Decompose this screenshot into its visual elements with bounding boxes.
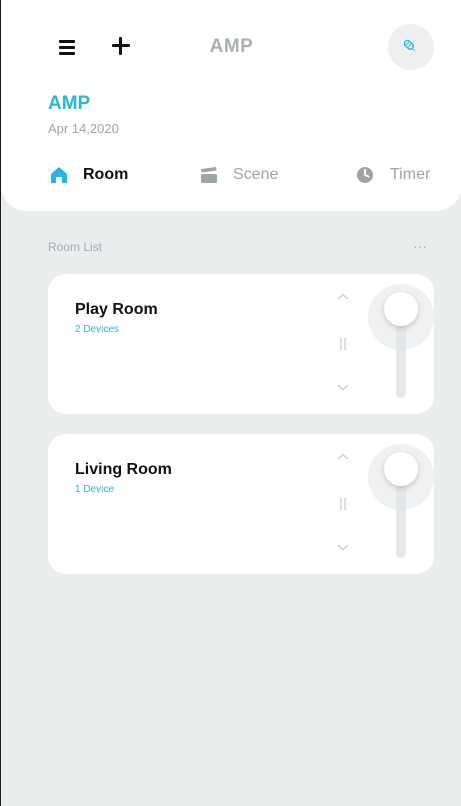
- microphone-button[interactable]: [388, 24, 434, 70]
- scene-icon: [201, 167, 217, 183]
- microphone-icon: [403, 39, 416, 52]
- tab-scene-label: Scene: [233, 166, 279, 183]
- pause-icon[interactable]: [336, 497, 350, 511]
- room-list-title: Room List: [48, 240, 103, 254]
- chevron-up-icon[interactable]: [336, 452, 350, 462]
- tab-room-label: Room: [83, 166, 129, 183]
- pause-icon[interactable]: [336, 337, 350, 351]
- room-device-count: 1 Device: [75, 484, 114, 495]
- clock-icon: [357, 167, 373, 183]
- room-name: Living Room: [75, 461, 172, 478]
- chevron-down-icon[interactable]: [336, 382, 350, 392]
- tab-scene[interactable]: Scene: [199, 160, 278, 190]
- room-name: Play Room: [75, 301, 158, 318]
- app-screen: AMP AMP Apr 14,2020 Room Scene Timer Roo…: [0, 0, 461, 806]
- tab-timer-label: Timer: [390, 166, 431, 183]
- chevron-up-icon[interactable]: [336, 292, 350, 302]
- more-options-button[interactable]: ···: [413, 238, 427, 254]
- tab-room[interactable]: Room: [49, 160, 128, 190]
- tab-timer[interactable]: Timer: [355, 160, 430, 190]
- room-card-play-room[interactable]: Play Room 2 Devices: [48, 274, 434, 414]
- header-card: AMP AMP Apr 14,2020 Room Scene Timer: [1, 0, 461, 211]
- room-card-living-room[interactable]: Living Room 1 Device: [48, 434, 434, 574]
- home-date: Apr 14,2020: [48, 121, 119, 136]
- tab-bar: Room Scene Timer: [1, 160, 461, 190]
- home-name: AMP: [48, 93, 91, 114]
- room-device-count: 2 Devices: [75, 324, 119, 335]
- room-slider-knob[interactable]: [384, 452, 418, 486]
- home-icon: [51, 167, 67, 183]
- chevron-down-icon[interactable]: [336, 542, 350, 552]
- room-slider-knob[interactable]: [384, 292, 418, 326]
